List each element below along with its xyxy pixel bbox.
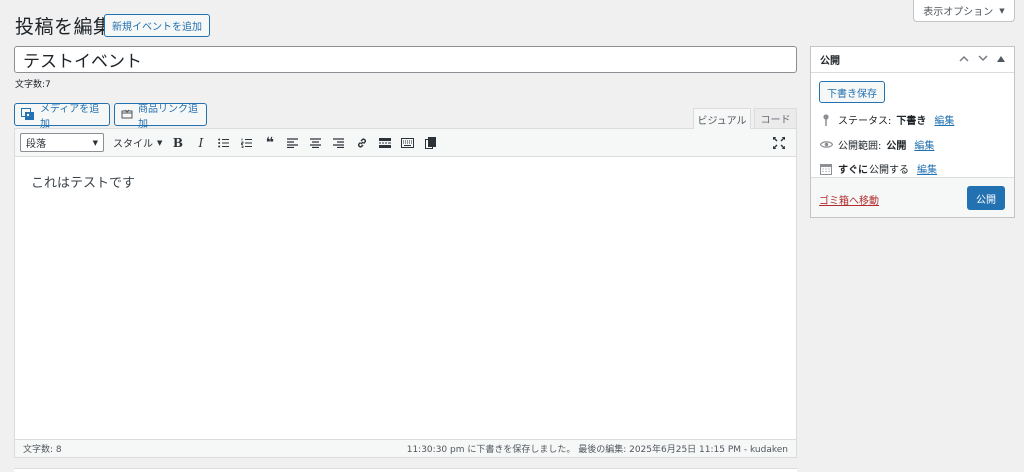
format-select-value: 段落 [26, 139, 46, 150]
align-center-icon [310, 137, 322, 148]
align-right-icon [333, 137, 345, 148]
paste-text-button[interactable] [419, 132, 442, 154]
align-left-icon [287, 137, 299, 148]
word-count: 文字数: 8 [23, 445, 62, 455]
numbered-list-icon [241, 138, 253, 148]
screen-options-label: 表示オプション [923, 7, 994, 18]
metabox-divider [14, 468, 797, 472]
toolbar-toggle-icon [401, 137, 415, 148]
bold-icon: B [172, 135, 183, 150]
fullscreen-button[interactable] [767, 132, 790, 154]
align-right-button[interactable] [327, 132, 350, 154]
pin-icon [819, 113, 833, 126]
save-draft-button[interactable]: 下書き保存 [819, 81, 885, 103]
bullet-list-icon [218, 138, 230, 147]
publish-box: 公開 下書き保存 ステータス: 下書き 編集 公開範囲: 公開 編集 すぐに 公… [810, 46, 1015, 218]
tab-visual[interactable]: ビジュアル [693, 108, 751, 129]
italic-icon: I [198, 135, 204, 150]
bullet-list-button[interactable] [212, 132, 235, 154]
bold-button[interactable]: B [166, 132, 189, 154]
add-new-event-button[interactable]: 新規イベントを追加 [104, 14, 210, 37]
schedule-suffix: 公開する [869, 165, 909, 176]
blockquote-icon: ❝ [265, 134, 274, 151]
fullscreen-icon [772, 137, 785, 149]
read-more-icon [378, 137, 391, 148]
schedule-label: すぐに [838, 165, 868, 176]
status-row: ステータス: 下書き 編集 [819, 112, 954, 127]
caret-down-icon: ▼ [157, 138, 163, 147]
caret-down-icon: ▼ [999, 6, 1005, 15]
visibility-label: 公開範囲: [838, 141, 882, 152]
editor-toolbar: 段落 ▼ スタイル ▼ B I ❝ [15, 129, 796, 157]
tab-code[interactable]: コード [754, 108, 797, 128]
publish-box-title: 公開 [820, 56, 840, 67]
editor-status-bar: 文字数: 8 11:30:30 pm に下書きを保存しました。 最後の編集: 2… [15, 439, 796, 457]
edit-visibility-link[interactable]: 編集 [914, 137, 934, 152]
italic-button[interactable]: I [189, 132, 212, 154]
status-label: ステータス: [838, 116, 892, 127]
eye-icon [819, 140, 833, 149]
format-select[interactable]: 段落 ▼ [20, 133, 104, 152]
move-to-trash-link[interactable]: ゴミ箱へ移動 [819, 192, 879, 207]
toolbar-toggle-button[interactable] [396, 132, 419, 154]
calendar-icon [819, 163, 833, 175]
chevron-up-icon[interactable] [959, 55, 969, 65]
add-product-link-button[interactable]: 商品リンク追加 [114, 103, 207, 130]
add-media-label: メディアを追加 [40, 103, 100, 130]
media-icon [21, 108, 35, 121]
editor-content-area[interactable]: これはテストです [15, 157, 796, 206]
publish-box-footer: ゴミ箱へ移動 公開 [811, 177, 1014, 217]
publish-button[interactable]: 公開 [967, 186, 1005, 210]
paste-icon [425, 136, 437, 149]
blockquote-button[interactable]: ❝ [258, 132, 281, 154]
collapse-triangle-icon[interactable] [997, 55, 1005, 65]
status-value: 下書き [896, 116, 927, 127]
numbered-list-button[interactable] [235, 132, 258, 154]
chevron-down-icon[interactable] [978, 54, 988, 65]
publish-box-controls [959, 54, 1005, 65]
align-left-button[interactable] [281, 132, 304, 154]
visibility-value: 公開 [886, 141, 907, 152]
add-media-button[interactable]: メディアを追加 [14, 103, 110, 130]
title-char-count: 文字数:7 [15, 80, 51, 90]
align-center-button[interactable] [304, 132, 327, 154]
caret-down-icon: ▼ [92, 138, 98, 147]
visibility-row: 公開範囲: 公開 編集 [819, 137, 934, 152]
screen-options-button[interactable]: 表示オプション ▼ [913, 0, 1015, 22]
post-title-input[interactable]: テストイベント [14, 46, 797, 73]
cart-icon [121, 109, 133, 120]
publish-box-header: 公開 [811, 47, 1014, 73]
edit-schedule-link[interactable]: 編集 [917, 161, 937, 176]
link-icon [357, 138, 366, 147]
read-more-button[interactable] [373, 132, 396, 154]
editor-paragraph: これはテストです [31, 176, 136, 191]
schedule-row: すぐに 公開する 編集 [819, 161, 937, 176]
last-saved-info: 11:30:30 pm に下書きを保存しました。 最後の編集: 2025年6月2… [406, 445, 788, 455]
style-menu-label: スタイル [113, 139, 153, 150]
page-title: 投稿を編集 [15, 16, 113, 38]
add-product-link-label: 商品リンク追加 [138, 103, 198, 130]
link-button[interactable] [350, 132, 373, 154]
editor-container: 段落 ▼ スタイル ▼ B I ❝ これはテストです 文字数: 8 11:30:… [14, 128, 797, 458]
style-menu[interactable]: スタイル ▼ [113, 135, 163, 151]
edit-status-link[interactable]: 編集 [934, 112, 954, 127]
